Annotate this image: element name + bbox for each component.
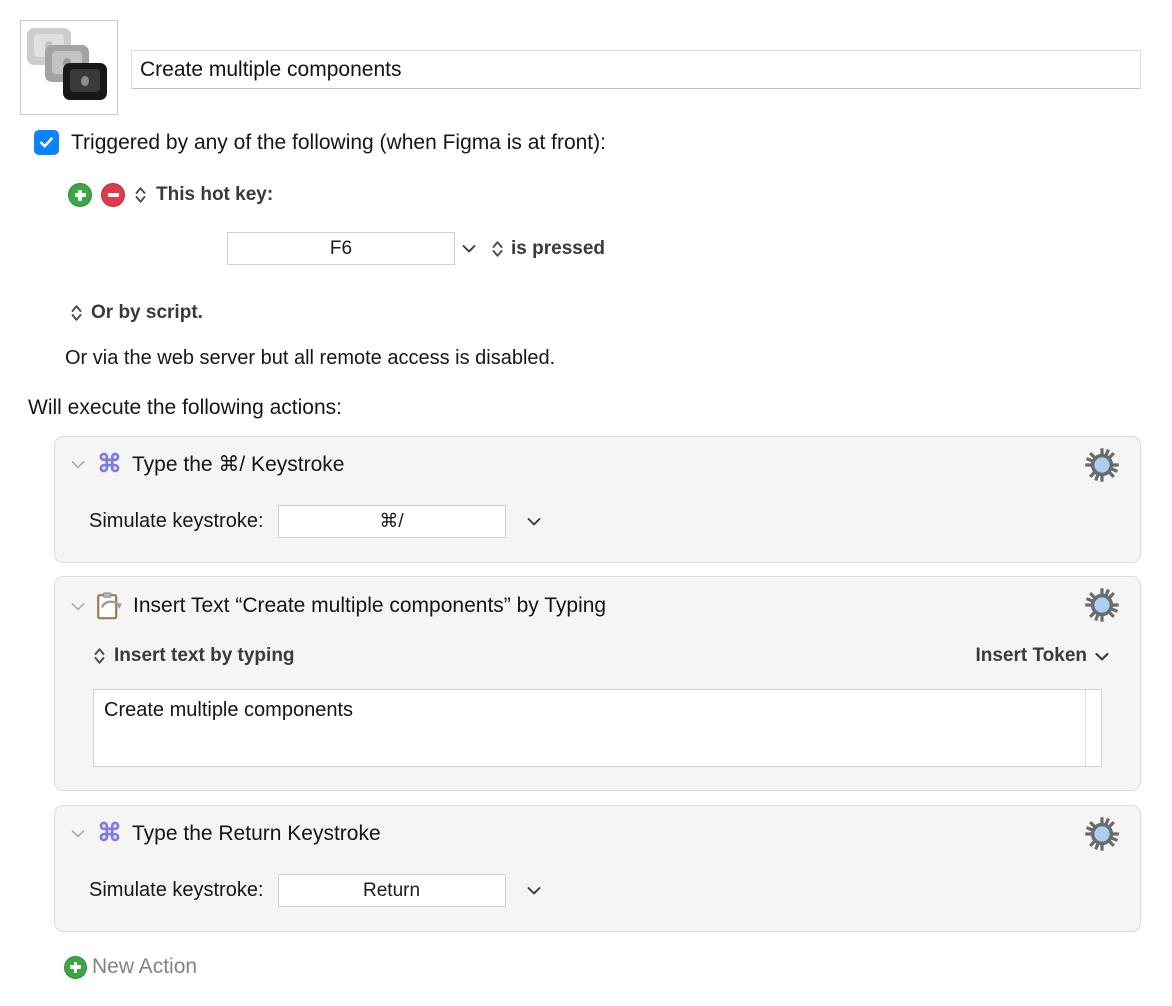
action-header: ⌘ Type the Return Keystroke <box>69 821 381 846</box>
simulate-keystroke-row: Simulate keystroke: Return <box>89 874 548 907</box>
action-card[interactable]: ⌘ Type the ⌘/ Keystroke Simulate keystro… <box>54 436 1141 563</box>
hotkey-value: F6 <box>329 237 353 259</box>
hotkey-dropdown-chevron-icon[interactable] <box>455 243 483 254</box>
insert-mode-control[interactable]: Insert text by typing <box>93 645 295 667</box>
add-action-icon <box>64 955 87 979</box>
keystroke-input[interactable]: Return <box>277 874 506 907</box>
stacked-keycaps-icon[interactable] <box>20 20 118 115</box>
hotkey-trigger-label[interactable]: This hot key: <box>156 184 273 206</box>
insert-text-options-row: Insert text by typing Insert Token <box>93 645 1110 667</box>
add-trigger-button[interactable] <box>68 183 92 207</box>
gear-icon[interactable] <box>1082 585 1122 625</box>
remove-trigger-button[interactable] <box>101 183 125 207</box>
simulate-keystroke-label: Simulate keystroke: <box>89 879 264 901</box>
script-trigger-label[interactable]: Or by script. <box>91 302 203 324</box>
insert-text-value: Create multiple components <box>104 699 354 721</box>
simulate-keystroke-row: Simulate keystroke: ⌘/ <box>89 505 548 538</box>
insert-mode-chevron-icon[interactable] <box>93 646 106 666</box>
macro-editor-pane: Create multiple components Triggered by … <box>0 0 1172 1006</box>
insert-token-button[interactable]: Insert Token <box>975 645 1110 667</box>
action-title: Type the Return Keystroke <box>132 821 381 845</box>
insert-token-label: Insert Token <box>975 645 1087 666</box>
hotkey-condition-label[interactable]: is pressed <box>511 238 605 260</box>
gear-icon[interactable] <box>1082 814 1122 854</box>
chevron-down-icon[interactable] <box>69 459 87 470</box>
hotkey-input[interactable]: F6 <box>227 232 455 265</box>
macro-header: Create multiple components <box>0 0 1172 118</box>
action-title: Insert Text “Create multiple components”… <box>133 594 607 617</box>
keystroke-value: ⌘/ <box>379 511 404 532</box>
insert-text-textarea[interactable]: Create multiple components <box>93 689 1102 767</box>
trigger-label: Triggered by any of the following (when … <box>71 130 606 154</box>
keystroke-dropdown-chevron-icon[interactable] <box>520 516 548 527</box>
action-card[interactable]: Insert Text “Create multiple components”… <box>54 576 1141 791</box>
trigger-checkbox[interactable] <box>34 130 59 155</box>
simulate-keystroke-label: Simulate keystroke: <box>89 510 264 532</box>
command-icon: ⌘ <box>97 819 122 847</box>
script-chevron-icon[interactable] <box>70 303 83 323</box>
command-icon: ⌘ <box>97 450 122 478</box>
keycap-front <box>63 63 107 100</box>
macro-title-value: Create multiple components <box>140 57 402 81</box>
hotkey-value-row: F6 is pressed <box>227 232 605 265</box>
action-title: Type the ⌘/ Keystroke <box>132 453 345 476</box>
hotkey-condition-chevron-icon[interactable] <box>491 239 504 259</box>
new-action-label: New Action <box>92 955 198 978</box>
textarea-scrollbar[interactable] <box>1085 690 1101 766</box>
chevron-down-icon[interactable] <box>69 601 87 612</box>
keystroke-value: Return <box>363 879 421 901</box>
gear-icon[interactable] <box>1082 445 1122 485</box>
trigger-enabled-row: Triggered by any of the following (when … <box>34 130 606 155</box>
macro-title-input[interactable]: Create multiple components <box>131 50 1141 89</box>
insert-token-chevron-icon[interactable] <box>1094 651 1110 662</box>
script-trigger-row: Or by script. <box>70 302 203 324</box>
action-header: ⌘ Type the ⌘/ Keystroke <box>69 452 344 477</box>
action-card[interactable]: ⌘ Type the Return Keystroke Simulate key… <box>54 805 1141 932</box>
hotkey-popup-chevron-icon[interactable] <box>134 185 147 205</box>
new-action-button[interactable]: New Action <box>64 955 197 979</box>
keystroke-dropdown-chevron-icon[interactable] <box>520 885 548 896</box>
keystroke-input[interactable]: ⌘/ <box>277 505 506 538</box>
webserver-note: Or via the web server but all remote acc… <box>65 347 556 369</box>
insert-mode-label: Insert text by typing <box>114 645 295 666</box>
action-header: Insert Text “Create multiple components”… <box>69 592 606 620</box>
clipboard-icon <box>97 592 123 620</box>
hotkey-trigger-row: This hot key: <box>68 183 273 207</box>
actions-header: Will execute the following actions: <box>28 396 342 419</box>
chevron-down-icon[interactable] <box>69 828 87 839</box>
